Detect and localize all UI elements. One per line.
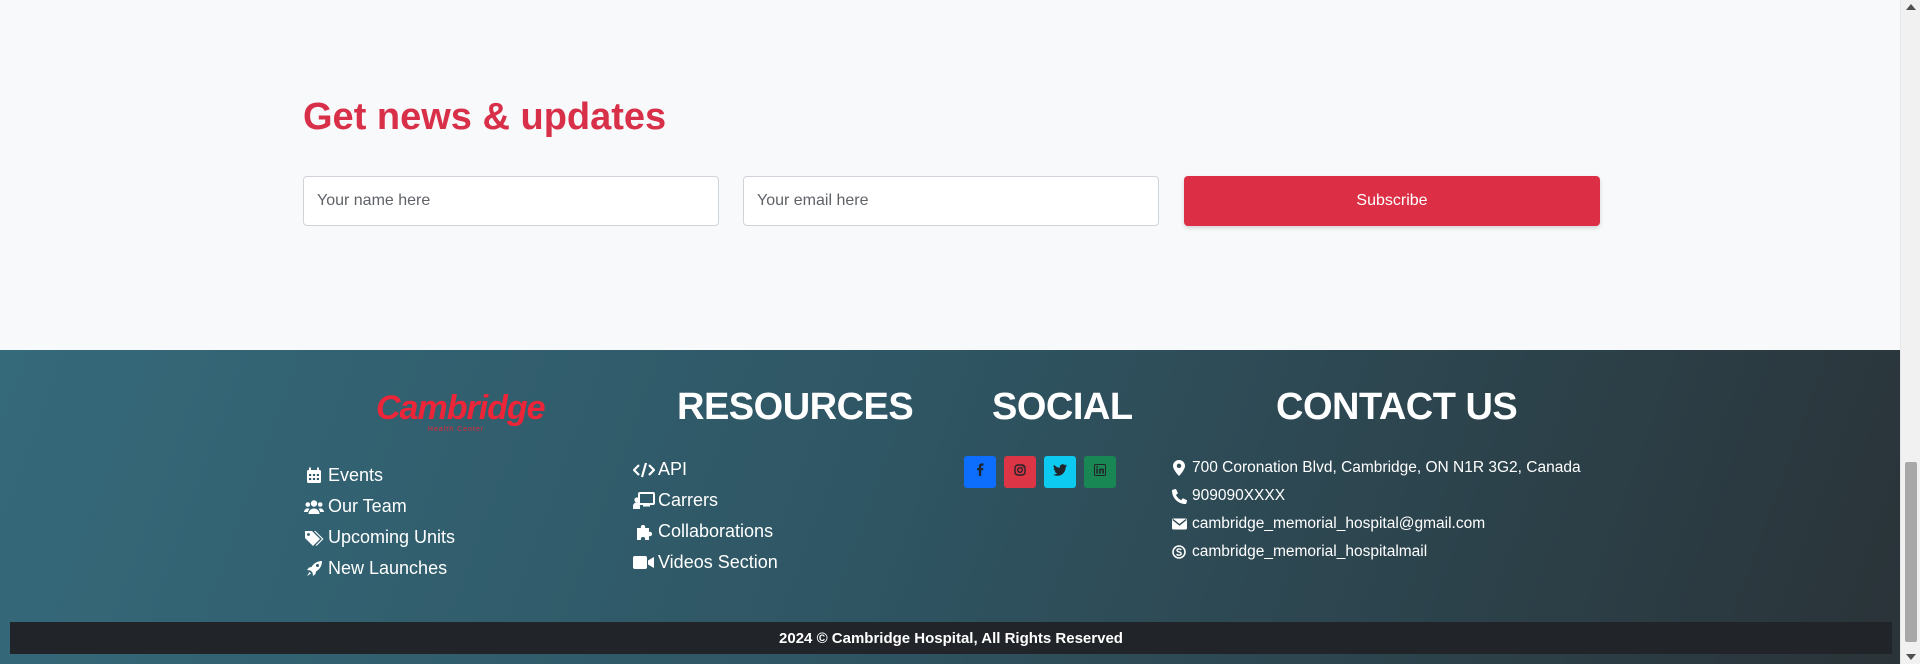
site-footer: Cambridge Health Center Events Our Team … — [0, 350, 1900, 664]
contact-address-text: 700 Coronation Blvd, Cambridge, ON N1R 3… — [1192, 459, 1581, 476]
linkedin-button[interactable] — [1084, 456, 1116, 488]
copyright-text: 2024 © Cambridge Hospital, All Rights Re… — [779, 629, 1123, 647]
skype-icon — [1170, 545, 1188, 559]
rocket-icon — [303, 560, 325, 577]
resource-link-label: Carrers — [658, 490, 719, 510]
footer-link-new-launches[interactable]: New Launches — [303, 553, 455, 584]
resource-link-label: Videos Section — [658, 552, 778, 572]
footer-link-label: Events — [328, 465, 384, 485]
vertical-scrollbar[interactable] — [1900, 0, 1920, 664]
footer-link-label: Our Team — [328, 496, 407, 516]
footer-link-events[interactable]: Events — [303, 460, 455, 491]
linkedin-icon — [1094, 463, 1106, 481]
name-input[interactable] — [303, 176, 719, 226]
resource-link-videos-section[interactable]: Videos Section — [633, 547, 778, 578]
calendar-icon — [303, 467, 325, 484]
newsletter-section: Get news & updates Subscribe — [0, 0, 1900, 350]
social-heading: SOCIAL — [992, 386, 1133, 428]
chalkboard-user-icon — [633, 491, 655, 510]
contact-phone-text: 909090XXXX — [1192, 487, 1286, 504]
instagram-button[interactable] — [1004, 456, 1036, 488]
footer-link-our-team[interactable]: Our Team — [303, 491, 455, 522]
resource-link-label: API — [658, 459, 688, 479]
twitter-button[interactable] — [1044, 456, 1076, 488]
tags-icon — [303, 530, 325, 546]
scroll-up-arrow-icon[interactable] — [1906, 4, 1916, 10]
code-icon — [633, 462, 655, 478]
resources-list: API Carrers Collaborations Videos Sectio… — [633, 454, 778, 578]
footer-link-label: Upcoming Units — [328, 527, 456, 547]
facebook-icon — [976, 463, 984, 481]
contact-skype-text: cambridge_memorial_hospitalmail — [1192, 543, 1428, 560]
scroll-down-arrow-icon[interactable] — [1906, 654, 1916, 660]
twitter-icon — [1053, 463, 1067, 481]
quick-links-list: Events Our Team Upcoming Units New Launc… — [303, 460, 455, 584]
phone-icon — [1170, 488, 1188, 504]
contact-phone: 909090XXXX — [1170, 482, 1581, 510]
resource-link-carrers[interactable]: Carrers — [633, 485, 778, 516]
puzzle-icon — [633, 523, 655, 541]
contact-email[interactable]: cambridge_memorial_hospital@gmail.com — [1170, 510, 1581, 538]
logo-name: Cambridge — [376, 389, 546, 427]
resource-link-collaborations[interactable]: Collaborations — [633, 516, 778, 547]
users-icon — [303, 499, 325, 515]
logo-tagline: Health Center — [427, 426, 485, 433]
envelope-icon — [1170, 518, 1188, 530]
contact-address: 700 Coronation Blvd, Cambridge, ON N1R 3… — [1170, 454, 1581, 482]
contact-heading: CONTACT US — [1276, 386, 1518, 428]
footer-link-upcoming-units[interactable]: Upcoming Units — [303, 522, 455, 553]
cambridge-logo[interactable]: Cambridge Health Center — [376, 389, 546, 434]
facebook-button[interactable] — [964, 456, 996, 488]
resource-link-label: Collaborations — [658, 521, 774, 541]
email-input[interactable] — [743, 176, 1159, 226]
contact-list: 700 Coronation Blvd, Cambridge, ON N1R 3… — [1170, 454, 1581, 566]
contact-email-text: cambridge_memorial_hospital@gmail.com — [1192, 515, 1486, 532]
resources-heading: RESOURCES — [677, 386, 914, 428]
video-icon — [633, 555, 655, 570]
copyright-bar: 2024 © Cambridge Hospital, All Rights Re… — [10, 622, 1892, 654]
newsletter-title: Get news & updates — [303, 96, 667, 138]
resource-link-api[interactable]: API — [633, 454, 778, 485]
scrollbar-thumb[interactable] — [1905, 462, 1917, 642]
location-pin-icon — [1170, 460, 1188, 476]
contact-skype[interactable]: cambridge_memorial_hospitalmail — [1170, 538, 1581, 566]
footer-link-label: New Launches — [328, 558, 448, 578]
social-buttons — [964, 456, 1116, 488]
subscribe-button[interactable]: Subscribe — [1184, 176, 1600, 226]
instagram-icon — [1014, 463, 1026, 481]
